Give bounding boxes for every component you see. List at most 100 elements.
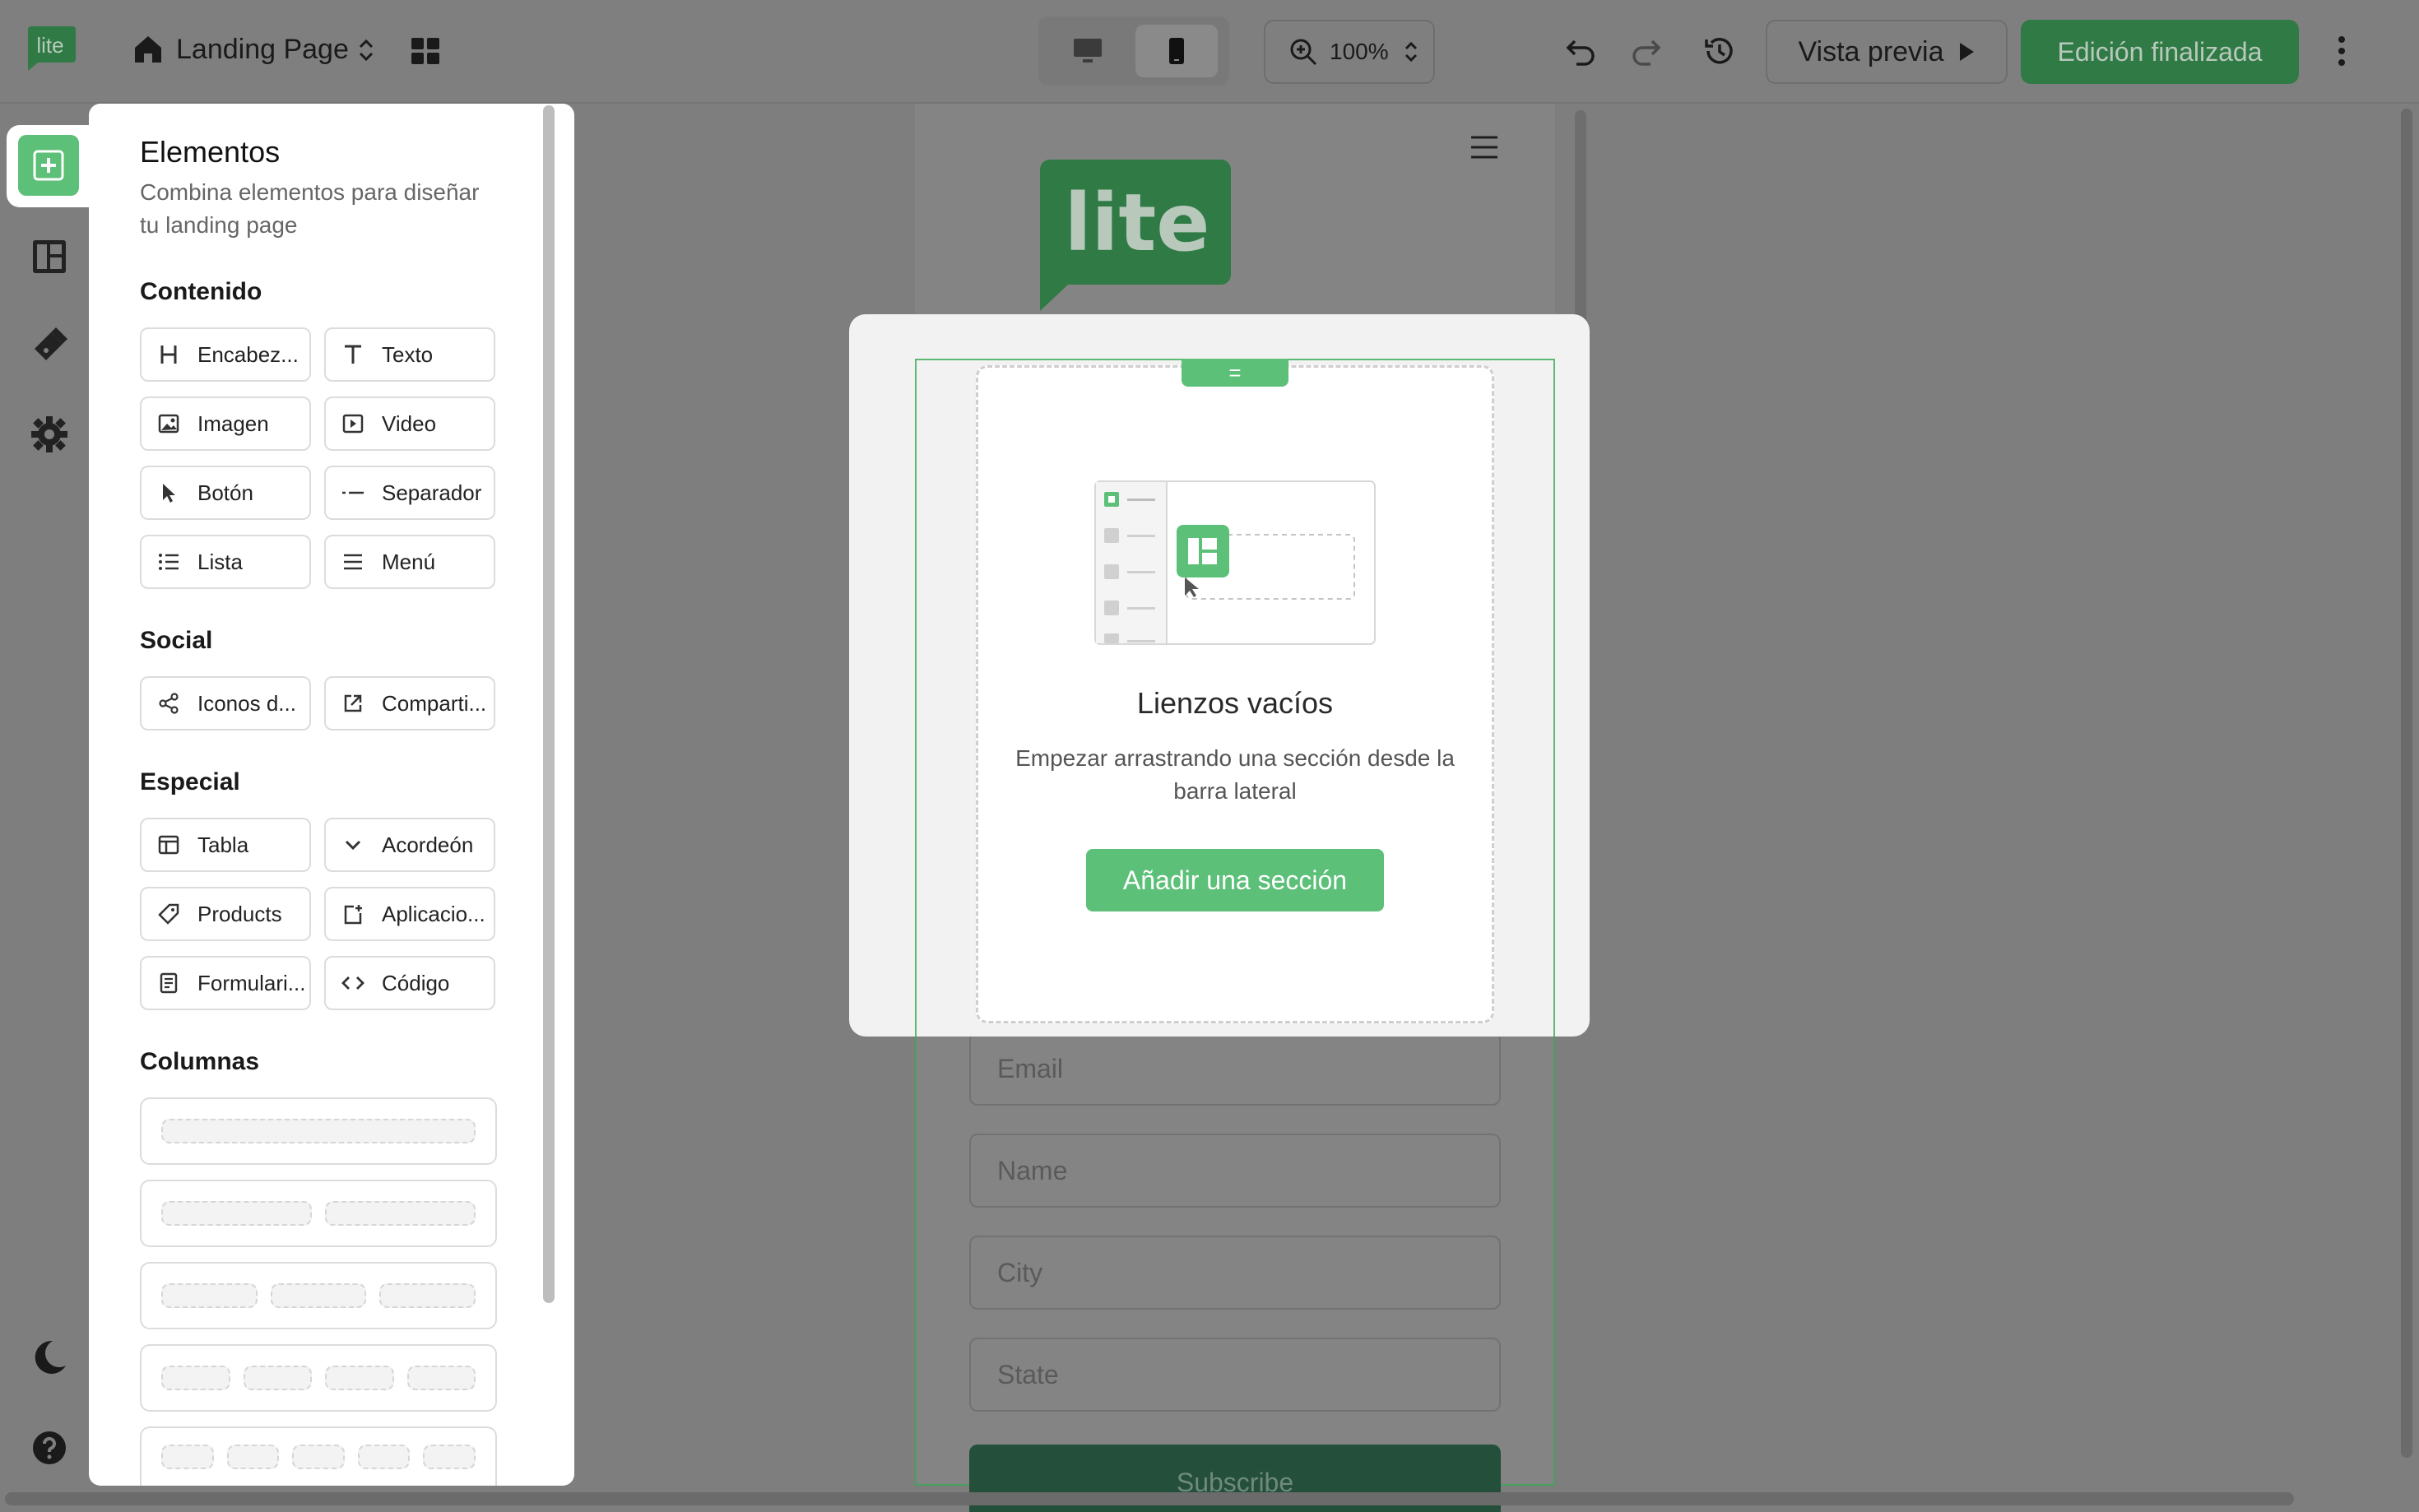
element-label: Código (382, 970, 450, 995)
element-button[interactable]: Botón (140, 466, 311, 520)
column-slot (423, 1445, 476, 1469)
column-slot (161, 1119, 476, 1143)
help-icon[interactable] (28, 1426, 71, 1469)
mobile-icon (1169, 38, 1184, 64)
finish-editing-button[interactable]: Edición finalizada (2021, 20, 2299, 84)
tag-icon (156, 902, 181, 926)
element-label: Imagen (197, 410, 269, 436)
desktop-icon (1074, 39, 1102, 63)
element-heading[interactable]: Encabez... (140, 327, 311, 382)
preview-label: Vista previa (1798, 35, 1944, 67)
element-accordion[interactable]: Acordeón (324, 818, 495, 872)
more-options-icon[interactable] (2332, 33, 2352, 69)
element-image[interactable]: Imagen (140, 397, 311, 451)
state-field[interactable]: State (969, 1338, 1501, 1412)
column-slot (161, 1366, 230, 1390)
hamburger-menu-icon[interactable] (1470, 135, 1499, 160)
table-icon (156, 833, 181, 857)
mobile-view-button[interactable] (1135, 25, 1218, 77)
element-menu[interactable]: Menú (324, 535, 495, 589)
page-vertical-scrollbar[interactable] (2401, 109, 2412, 1458)
element-share[interactable]: Comparti... (324, 676, 495, 730)
brand-logo: lite (1040, 160, 1231, 311)
element-video[interactable]: Video (324, 397, 495, 451)
page-name-selector[interactable]: Landing Page (176, 31, 349, 67)
column-slot (270, 1283, 367, 1308)
panel-scrollbar[interactable] (543, 105, 555, 1303)
app-add-icon (341, 902, 365, 926)
element-label: Products (197, 901, 282, 926)
section-title-social: Social (140, 627, 213, 654)
design-brush-icon[interactable] (28, 324, 71, 367)
menu-icon (341, 550, 365, 574)
column-slot (161, 1201, 312, 1226)
element-label: Encabez... (197, 341, 299, 367)
rail-elements-button[interactable] (18, 135, 79, 196)
column-slot (325, 1201, 476, 1226)
lite-logo-icon[interactable]: lite (23, 25, 77, 72)
panel-title: Elementos (140, 135, 281, 169)
layout-sections-icon[interactable] (28, 235, 71, 278)
element-table[interactable]: Tabla (140, 818, 311, 872)
chevron-updown-icon (1405, 41, 1417, 63)
plus-square-icon (33, 150, 64, 181)
chevron-updown-icon[interactable] (357, 38, 375, 63)
element-label: Comparti... (382, 690, 487, 716)
settings-gear-icon[interactable] (28, 413, 71, 456)
home-icon[interactable] (132, 33, 165, 66)
zoom-level: 100% (1330, 39, 1389, 64)
redo-icon[interactable] (1627, 33, 1664, 69)
preview-button[interactable]: Vista previa (1766, 20, 2008, 84)
element-apps[interactable]: Aplicacio... (324, 887, 495, 941)
element-label: Lista (197, 549, 243, 574)
element-divider[interactable]: Separador (324, 466, 495, 520)
text-icon (341, 342, 365, 367)
columns-5[interactable] (140, 1426, 497, 1486)
element-label: Tabla (197, 832, 249, 857)
element-text[interactable]: Texto (324, 327, 495, 382)
desktop-view-button[interactable] (1047, 25, 1129, 77)
pages-grid-icon[interactable] (410, 36, 441, 66)
form-icon (156, 971, 181, 995)
brand-logo-text: lite (1065, 177, 1210, 269)
external-link-icon (341, 691, 365, 716)
column-slot (292, 1445, 345, 1469)
columns-4[interactable] (140, 1344, 497, 1412)
lite-logo-text: lite (36, 33, 63, 58)
city-field[interactable]: City (969, 1236, 1501, 1310)
dark-mode-moon-icon[interactable] (28, 1336, 71, 1379)
element-products[interactable]: Products (140, 887, 311, 941)
element-form[interactable]: Formulari... (140, 956, 311, 1010)
element-code[interactable]: Código (324, 956, 495, 1010)
column-slot (161, 1283, 258, 1308)
section-drag-handle[interactable]: = (1182, 359, 1288, 387)
columns-1[interactable] (140, 1097, 497, 1165)
column-slot (406, 1366, 476, 1390)
element-social-icons[interactable]: Iconos d... (140, 676, 311, 730)
zoom-in-icon (1290, 39, 1317, 66)
column-slot (325, 1366, 394, 1390)
undo-icon[interactable] (1563, 33, 1600, 69)
column-slot (243, 1366, 312, 1390)
section-title-contenido: Contenido (140, 278, 262, 305)
history-icon[interactable] (1702, 33, 1738, 69)
list-icon (156, 550, 181, 574)
column-slot (226, 1445, 280, 1469)
column-slot (161, 1445, 214, 1469)
element-list[interactable]: Lista (140, 535, 311, 589)
element-label: Video (382, 410, 437, 436)
code-icon (341, 971, 365, 995)
page-horizontal-scrollbar[interactable] (5, 1492, 2294, 1505)
columns-2[interactable] (140, 1180, 497, 1247)
play-icon (1959, 43, 1974, 61)
element-label: Menú (382, 549, 436, 574)
add-section-button[interactable]: Añadir una sección (1086, 849, 1384, 911)
zoom-selector[interactable]: 100% (1264, 20, 1435, 84)
email-field[interactable]: Email (969, 1032, 1501, 1106)
empty-canvas-description: Empezar arrastrando una sección desde la… (1015, 745, 1455, 804)
element-label: Formulari... (197, 970, 306, 995)
name-field[interactable]: Name (969, 1134, 1501, 1208)
image-icon (156, 411, 181, 436)
divider-icon (341, 480, 365, 505)
columns-3[interactable] (140, 1262, 497, 1329)
